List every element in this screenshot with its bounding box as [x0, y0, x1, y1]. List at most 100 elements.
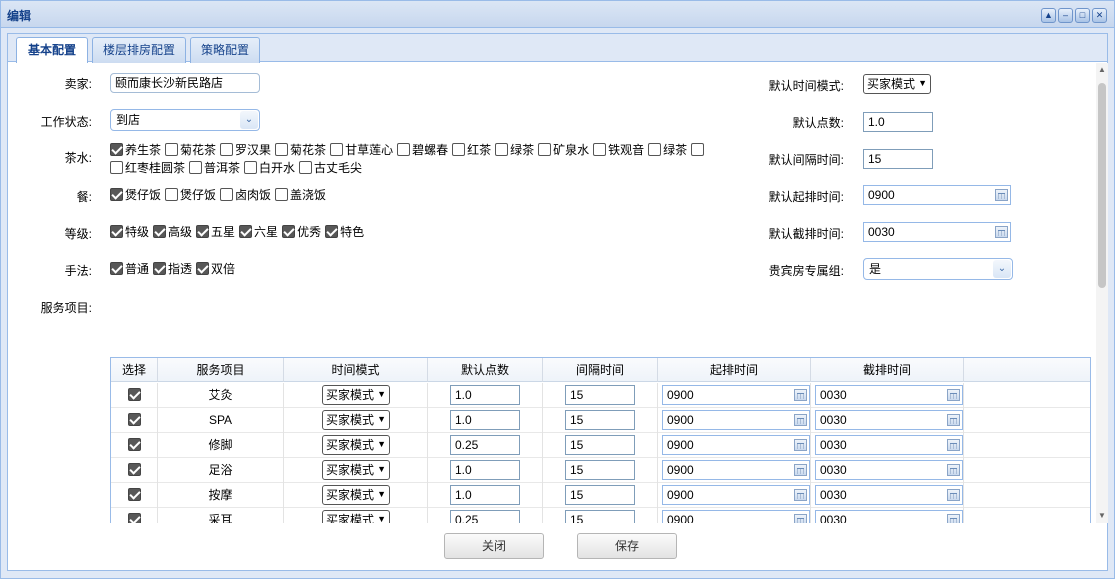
default-time-mode-select[interactable]: 买家模式 ▼	[863, 74, 931, 94]
calendar-icon[interactable]	[947, 414, 960, 426]
points-input[interactable]: 1.0	[450, 385, 520, 405]
meal-checkbox[interactable]	[165, 188, 179, 201]
tea-checkbox[interactable]	[275, 143, 289, 156]
row-select-checkbox[interactable]	[127, 513, 141, 523]
start-time-datebox[interactable]: 0900	[662, 460, 810, 480]
table-row[interactable]: 足浴 买家模式 ▼ 1.0 15 0900 0030	[111, 458, 1090, 483]
tea-checkbox[interactable]	[330, 143, 344, 156]
start-time-datebox[interactable]: 0900	[662, 435, 810, 455]
interval-input[interactable]: 15	[565, 435, 635, 455]
tea-checkbox[interactable]	[110, 143, 123, 156]
start-time-datebox[interactable]: 0900	[662, 485, 810, 505]
row-select-checkbox[interactable]	[127, 413, 141, 426]
end-time-datebox[interactable]: 0030	[815, 510, 963, 523]
calendar-icon[interactable]	[995, 226, 1008, 238]
row-select-checkbox[interactable]	[127, 438, 141, 451]
calendar-icon[interactable]	[947, 489, 960, 501]
meal-checkbox[interactable]	[220, 188, 234, 201]
points-input[interactable]: 0.25	[450, 435, 520, 455]
grade-checkbox[interactable]	[196, 225, 210, 238]
seller-input[interactable]: 颐而康长沙新民路店	[110, 73, 260, 93]
tea-option[interactable]: 普洱茶	[189, 159, 240, 177]
technique-checkbox[interactable]	[153, 262, 167, 275]
vip-group-combo[interactable]: 是 ⌄	[863, 258, 1013, 280]
chevron-down-icon[interactable]: ⌄	[993, 260, 1011, 278]
close-button[interactable]: 关闭	[444, 533, 544, 559]
table-row[interactable]: SPA 买家模式 ▼ 1.0 15 0900 0030	[111, 408, 1090, 433]
technique-checkbox[interactable]	[110, 262, 123, 275]
end-time-datebox[interactable]: 0030	[815, 485, 963, 505]
grid-header-interval[interactable]: 间隔时间	[543, 358, 658, 382]
tea-option[interactable]: 绿茶	[648, 141, 687, 159]
meal-checkbox[interactable]	[110, 188, 123, 201]
scrollbar-thumb[interactable]	[1098, 83, 1106, 288]
points-input[interactable]: 1.0	[450, 485, 520, 505]
grid-header-points[interactable]: 默认点数	[428, 358, 543, 382]
start-time-datebox[interactable]: 0900	[662, 385, 810, 405]
tea-checkbox[interactable]	[299, 161, 313, 174]
window-titlebar[interactable]: 编辑 ▲ – □ ✕	[1, 1, 1114, 28]
tab-strategy-config[interactable]: 策略配置	[190, 37, 260, 63]
calendar-icon[interactable]	[794, 439, 807, 451]
tea-checkbox[interactable]	[244, 161, 258, 174]
time-mode-select[interactable]: 买家模式 ▼	[322, 410, 390, 430]
grade-option[interactable]: 特级	[110, 223, 149, 241]
interval-input[interactable]: 15	[565, 485, 635, 505]
end-time-datebox[interactable]: 0030	[815, 410, 963, 430]
tea-option[interactable]: 菊花茶	[275, 141, 326, 159]
calendar-icon[interactable]	[794, 514, 807, 523]
points-input[interactable]: 1.0	[450, 460, 520, 480]
tea-checkbox[interactable]	[495, 143, 509, 156]
tea-checkbox[interactable]	[691, 143, 705, 156]
tea-option[interactable]: 红枣桂圆茶	[110, 159, 185, 177]
technique-option[interactable]: 双倍	[196, 260, 235, 278]
calendar-icon[interactable]	[794, 464, 807, 476]
vertical-scrollbar[interactable]: ▲ ▼	[1096, 63, 1108, 523]
tea-option[interactable]: 铁观音	[593, 141, 644, 159]
tea-option[interactable]: 菊花茶	[165, 141, 216, 159]
points-input[interactable]: 0.25	[450, 510, 520, 523]
interval-input[interactable]: 15	[565, 460, 635, 480]
table-row[interactable]: 采耳 买家模式 ▼ 0.25 15 0900 0030	[111, 508, 1090, 523]
grade-option[interactable]: 六星	[239, 223, 278, 241]
technique-option[interactable]: 指透	[153, 260, 192, 278]
tea-checkbox[interactable]	[452, 143, 466, 156]
tea-option[interactable]	[691, 141, 706, 159]
grade-option[interactable]: 五星	[196, 223, 235, 241]
time-mode-select[interactable]: 买家模式 ▼	[322, 385, 390, 405]
meal-option[interactable]: 盖浇饭	[275, 186, 326, 204]
grid-header-end[interactable]: 截排时间	[811, 358, 964, 382]
meal-option[interactable]: 煲仔饭	[110, 186, 161, 204]
tea-option[interactable]: 碧螺春	[397, 141, 448, 159]
tea-option[interactable]: 古丈毛尖	[299, 159, 362, 177]
minimize-icon[interactable]: –	[1058, 8, 1073, 23]
tea-option[interactable]: 甘草莲心	[330, 141, 393, 159]
scroll-down-icon[interactable]: ▼	[1098, 511, 1106, 520]
interval-input[interactable]: 15	[565, 410, 635, 430]
end-time-datebox[interactable]: 0030	[815, 435, 963, 455]
save-button[interactable]: 保存	[577, 533, 677, 559]
grade-checkbox[interactable]	[282, 225, 296, 238]
collapse-icon[interactable]: ▲	[1041, 8, 1056, 23]
tea-option[interactable]: 矿泉水	[538, 141, 589, 159]
calendar-icon[interactable]	[794, 414, 807, 426]
grade-option[interactable]: 优秀	[282, 223, 321, 241]
calendar-icon[interactable]	[947, 464, 960, 476]
start-time-datebox[interactable]: 0900	[662, 510, 810, 523]
tea-checkbox[interactable]	[189, 161, 203, 174]
end-time-datebox[interactable]: 0030	[815, 460, 963, 480]
grade-checkbox[interactable]	[325, 225, 339, 238]
grid-header-time-mode[interactable]: 时间模式	[284, 358, 428, 382]
close-icon[interactable]: ✕	[1092, 8, 1107, 23]
row-select-checkbox[interactable]	[127, 488, 141, 501]
tea-option[interactable]: 红茶	[452, 141, 491, 159]
tea-checkbox[interactable]	[110, 161, 123, 174]
tea-checkbox[interactable]	[220, 143, 234, 156]
default-interval-input[interactable]: 15	[863, 149, 933, 169]
tab-basic-config[interactable]: 基本配置	[16, 37, 88, 63]
technique-checkbox[interactable]	[196, 262, 210, 275]
time-mode-select[interactable]: 买家模式 ▼	[322, 510, 390, 523]
calendar-icon[interactable]	[947, 439, 960, 451]
time-mode-select[interactable]: 买家模式 ▼	[322, 460, 390, 480]
maximize-icon[interactable]: □	[1075, 8, 1090, 23]
